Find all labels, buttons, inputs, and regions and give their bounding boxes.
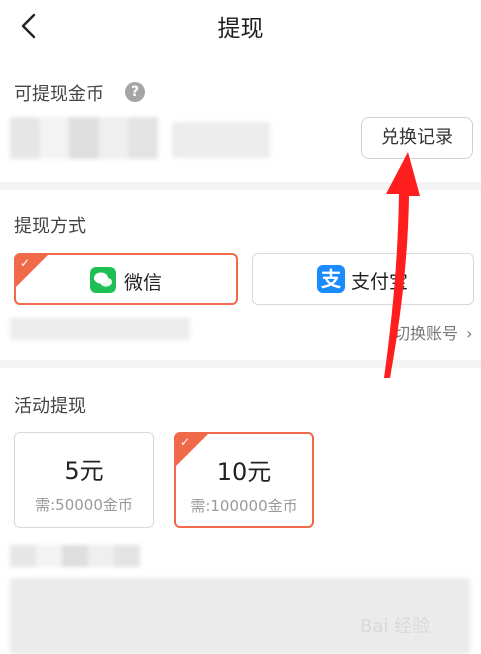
- wechat-label: 微信: [124, 272, 163, 294]
- alipay-label: 支付宝: [351, 271, 409, 293]
- alipay-method-option[interactable]: 支 支付宝: [252, 253, 474, 305]
- watermark: Bai 经验: [360, 616, 431, 637]
- amount-cost: 需:50000金币: [35, 496, 133, 514]
- coin-balance-value: [10, 117, 158, 159]
- amount-option-10[interactable]: ✓ 10元 需:100000金币: [174, 432, 314, 528]
- alipay-icon: 支: [317, 265, 345, 293]
- activity-withdraw-label: 活动提现: [14, 396, 86, 417]
- wechat-icon: [90, 267, 116, 293]
- question-icon[interactable]: ?: [125, 82, 145, 102]
- section-divider: [0, 360, 481, 368]
- blurred-rule-text: [10, 545, 140, 567]
- amount-cost: 需:100000金币: [190, 497, 298, 515]
- page-title: 提现: [217, 16, 264, 42]
- account-info: [10, 318, 190, 340]
- chevron-right-icon: ›: [466, 324, 473, 343]
- wechat-method-option[interactable]: ✓ 微信: [14, 253, 238, 305]
- switch-account-label: 切换账号: [394, 324, 459, 343]
- redeem-history-button[interactable]: 兑换记录: [361, 117, 473, 159]
- check-icon: ✓: [20, 256, 31, 270]
- switch-account-link[interactable]: 切换账号 ›: [394, 320, 473, 344]
- check-icon: ✓: [180, 435, 191, 449]
- section-divider: [0, 182, 481, 190]
- top-bar: 提现: [0, 0, 481, 54]
- amount-option-5[interactable]: 5元 需:50000金币: [14, 432, 154, 528]
- withdrawable-coins-label: 可提现金币: [14, 84, 104, 105]
- withdraw-method-label: 提现方式: [14, 216, 86, 237]
- coin-balance-extra: [172, 122, 270, 158]
- amount-value: 5元: [64, 457, 104, 485]
